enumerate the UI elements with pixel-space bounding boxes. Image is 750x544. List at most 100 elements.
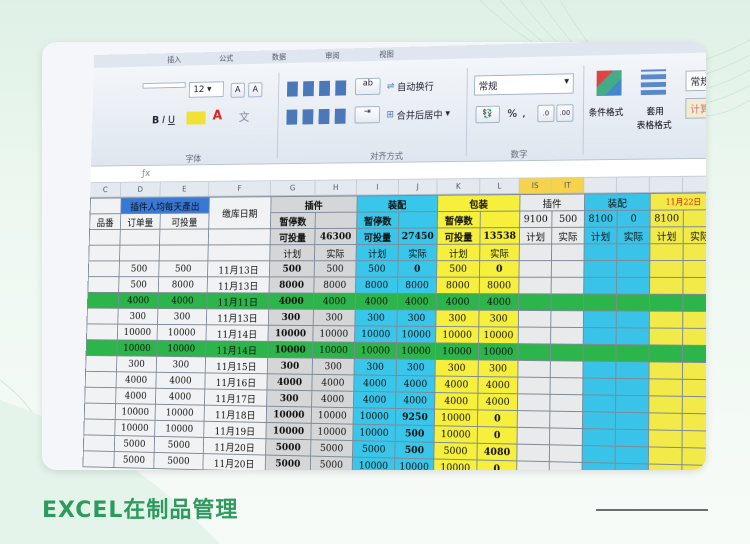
left-cell[interactable]: 4000	[157, 292, 208, 309]
packing-actual-cell[interactable]: 300	[478, 310, 519, 328]
menu-tab-insert[interactable]: 插入	[167, 54, 181, 64]
plugin-actual-cell[interactable]: 10000	[311, 406, 354, 425]
plugin-actual-cell[interactable]: 300	[313, 309, 356, 326]
style-calc[interactable]: 计算	[685, 96, 706, 119]
assembly-actual-cell[interactable]: 500	[395, 424, 435, 443]
left-cell[interactable]: 500	[118, 276, 159, 293]
right-cell[interactable]	[582, 411, 616, 430]
right-cell[interactable]	[551, 260, 584, 278]
right-cell[interactable]	[648, 361, 683, 380]
assembly-actual-cell[interactable]: 8000	[397, 277, 437, 294]
right-plan-label[interactable]: 计划	[519, 227, 552, 245]
left-cell[interactable]: 11月11日	[206, 292, 270, 310]
left-cell[interactable]: 10000	[156, 340, 206, 357]
right-cell[interactable]	[683, 243, 706, 261]
left-cell[interactable]: 10000	[155, 404, 205, 422]
left-cell[interactable]: 10000	[116, 339, 158, 357]
assembly-plan-cell[interactable]: 8000	[355, 276, 398, 294]
right-cell[interactable]	[682, 277, 706, 295]
packing-actual-cell[interactable]: 4000	[479, 293, 519, 311]
plugin-actual-cell[interactable]: 10000	[312, 325, 355, 343]
right-plan-label[interactable]: 计划	[649, 226, 684, 244]
packing-actual-cell[interactable]: 10000	[478, 343, 519, 361]
right-cell[interactable]	[682, 362, 706, 380]
left-cell[interactable]	[86, 323, 118, 340]
font-name-select[interactable]	[142, 82, 186, 89]
orientation-icon[interactable]: ab	[354, 77, 381, 96]
assembly-plan-cell[interactable]: 500	[355, 260, 399, 278]
right-cell[interactable]	[582, 428, 616, 447]
right-cell[interactable]	[616, 327, 650, 345]
left-cell[interactable]: 5000	[153, 452, 204, 470]
left-cell[interactable]	[84, 403, 116, 420]
left-cell[interactable]: 500	[119, 260, 160, 277]
plugin-plan-cell[interactable]: 5000	[265, 455, 311, 470]
right-cell[interactable]	[615, 378, 649, 396]
indent-icon[interactable]: ⇥	[354, 106, 381, 124]
banner-cell[interactable]: 插件人均每天產出	[120, 197, 210, 214]
left-cell[interactable]: 11月17日	[204, 389, 267, 407]
left-cell[interactable]	[208, 228, 271, 245]
right-cell[interactable]	[550, 377, 583, 395]
left-cell[interactable]: 500	[158, 260, 208, 277]
packing-stop-value[interactable]	[480, 211, 520, 228]
assembly-actual-label[interactable]: 实际	[398, 244, 438, 261]
packing-actual-cell[interactable]: 4000	[477, 376, 518, 394]
left-cell[interactable]	[85, 355, 117, 372]
column-header[interactable]: IS	[519, 178, 552, 194]
part-number-header[interactable]: 品番	[89, 213, 121, 230]
assembly-avail-label[interactable]: 可投量	[356, 228, 399, 245]
right-cell[interactable]	[681, 464, 706, 470]
left-cell[interactable]: 11月14日	[205, 340, 268, 358]
plugin-actual-cell[interactable]: 4000	[311, 390, 354, 408]
left-cell[interactable]: 300	[116, 355, 157, 373]
right-cell[interactable]	[648, 429, 683, 448]
assembly-plan-cell[interactable]: 10000	[354, 325, 397, 343]
right-cell[interactable]	[583, 310, 617, 328]
left-cell[interactable]	[83, 418, 116, 436]
percent-button[interactable]: %	[507, 107, 517, 120]
column-header[interactable]: F	[209, 181, 271, 196]
right-plan-label[interactable]: 实际	[551, 227, 585, 245]
menu-tab-formulas[interactable]: 公式	[219, 53, 233, 64]
packing-plan-cell[interactable]: 10000	[435, 342, 479, 360]
plugin-plan-cell[interactable]: 10000	[267, 341, 313, 359]
assembly-plan-cell[interactable]: 300	[354, 309, 398, 327]
left-cell[interactable]	[159, 228, 209, 246]
left-cell[interactable]: 4000	[155, 372, 206, 390]
right-cell[interactable]	[616, 277, 650, 295]
right-value[interactable]: 0	[617, 210, 651, 228]
plugin-actual-cell[interactable]: 5000	[310, 456, 353, 470]
left-cell[interactable]	[88, 245, 120, 261]
plugin-plan-cell[interactable]: 4000	[266, 373, 313, 391]
right-cell[interactable]	[649, 294, 683, 312]
right-cell[interactable]	[583, 243, 617, 261]
packing-plan-cell[interactable]: 10000	[434, 425, 478, 444]
right-value[interactable]: 500	[551, 210, 585, 228]
assembly-actual-cell[interactable]: 0	[397, 260, 437, 278]
right-cell[interactable]	[549, 461, 583, 470]
conditional-format-icon[interactable]	[596, 70, 622, 97]
right-cell[interactable]	[517, 360, 551, 378]
phonetic-icon[interactable]: 文	[239, 109, 250, 125]
plugin-plan-cell[interactable]: 500	[269, 260, 315, 277]
left-cell[interactable]	[84, 387, 117, 404]
plugin-plan-cell[interactable]: 300	[268, 309, 314, 326]
right-cell[interactable]	[518, 293, 552, 311]
column-header[interactable]: G	[270, 180, 316, 196]
currency-icon[interactable]: 💱	[475, 105, 500, 124]
plugin-plan-cell[interactable]: 5000	[265, 438, 311, 457]
right-cell[interactable]	[549, 411, 583, 429]
packing-actual-cell[interactable]: 300	[478, 359, 519, 378]
right-cell[interactable]	[682, 413, 706, 432]
font-color-icon[interactable]: A	[212, 108, 222, 123]
decrease-decimal-icon[interactable]: .00	[556, 104, 574, 122]
packing-avail-label[interactable]: 可投量	[437, 227, 481, 245]
plugin-plan-cell[interactable]: 10000	[267, 325, 314, 342]
increase-decimal-icon[interactable]: .0	[537, 104, 555, 123]
right-assembly-title[interactable]: 装配	[584, 193, 651, 211]
left-cell[interactable]: 10000	[154, 420, 205, 438]
right-cell[interactable]	[519, 244, 552, 261]
assembly-actual-cell[interactable]: 4000	[395, 375, 436, 393]
left-cell[interactable]: 4000	[115, 387, 156, 405]
